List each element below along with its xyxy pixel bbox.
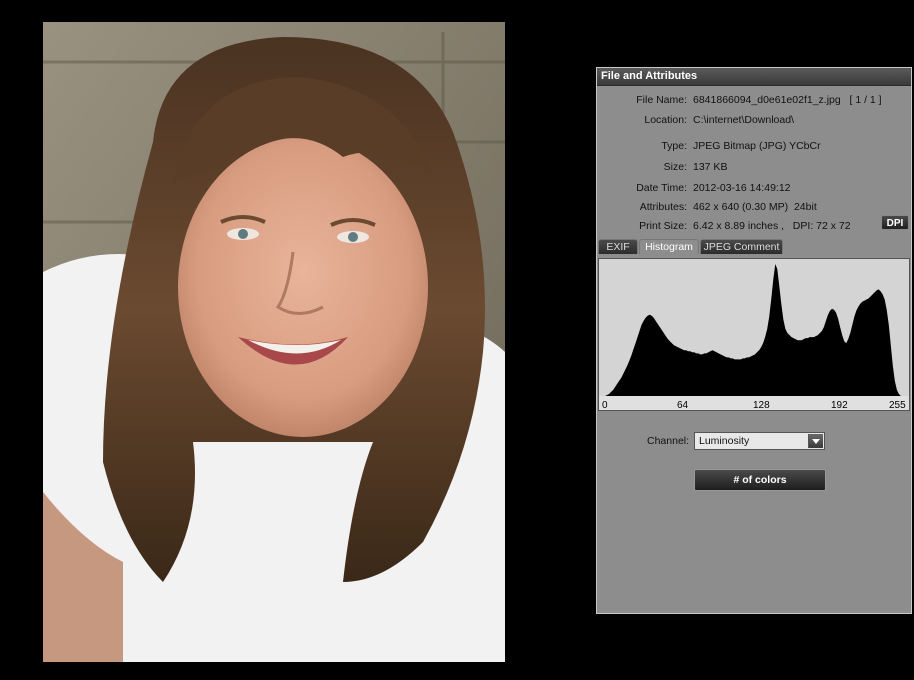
attr-date-time: Date Time: 2012-03-16 14:49:12 (597, 182, 911, 196)
attr-type: Type: JPEG Bitmap (JPG) YCbCr (597, 140, 911, 154)
attr-value: 6.42 x 8.89 inches , DPI: 72 x 72 (693, 220, 851, 232)
channel-row: Channel: Luminosity (597, 432, 911, 450)
count-colors-button[interactable]: # of colors (694, 469, 826, 491)
attr-location: Location: C:\internet\Download\ (597, 114, 911, 128)
info-tabs: EXIF Histogram JPEG Comment (598, 239, 910, 255)
tab-exif[interactable]: EXIF (598, 239, 638, 254)
image-preview (43, 22, 505, 662)
attr-value: JPEG Bitmap (JPG) YCbCr (693, 140, 821, 152)
histogram-tick: 0 (602, 400, 608, 410)
panel-title: File and Attributes (597, 68, 911, 86)
attr-label: Date Time: (636, 182, 687, 194)
attr-value: 137 KB (693, 161, 728, 173)
attr-label: Size: (663, 161, 687, 173)
histogram-view: 0 64 128 192 255 (598, 258, 910, 411)
attr-size: Size: 137 KB (597, 161, 911, 175)
chevron-down-icon[interactable] (808, 434, 823, 448)
attributes-list: File Name: 6841866094_d0e61e02f1_z.jpg [… (597, 86, 911, 242)
tab-jpeg-comment[interactable]: JPEG Comment (700, 239, 783, 254)
attr-label: File Name: (636, 94, 687, 106)
histogram-tick: 255 (889, 400, 906, 410)
file-attributes-panel: File and Attributes File Name: 684186609… (596, 67, 912, 614)
attr-value: C:\internet\Download\ (693, 114, 794, 126)
attr-label: Location: (644, 114, 687, 126)
channel-select[interactable]: Luminosity (694, 432, 825, 450)
histogram-graph: 0 64 128 192 255 (599, 264, 909, 410)
attr-label: Attributes: (639, 201, 687, 213)
histogram-tick: 64 (677, 400, 689, 410)
attr-attributes: Attributes: 462 x 640 (0.30 MP) 24bit (597, 201, 911, 215)
attr-label: Type: (661, 140, 687, 152)
channel-value: Luminosity (699, 435, 750, 447)
attr-file-name: File Name: 6841866094_d0e61e02f1_z.jpg [… (597, 94, 911, 108)
attr-value: 2012-03-16 14:49:12 (693, 182, 791, 194)
histogram-tick: 192 (831, 400, 848, 410)
attr-value: 6841866094_d0e61e02f1_z.jpg [ 1 / 1 ] (693, 94, 882, 106)
dpi-button[interactable]: DPI (881, 215, 909, 230)
attr-label: Print Size: (639, 220, 687, 232)
channel-label: Channel: (647, 435, 690, 447)
histogram-tick: 128 (753, 400, 770, 410)
attr-value: 462 x 640 (0.30 MP) 24bit (693, 201, 817, 213)
portrait-photo (43, 22, 505, 662)
attr-print-size: Print Size: 6.42 x 8.89 inches , DPI: 72… (597, 220, 911, 234)
tab-histogram[interactable]: Histogram (639, 239, 699, 254)
histogram-area (601, 264, 907, 396)
